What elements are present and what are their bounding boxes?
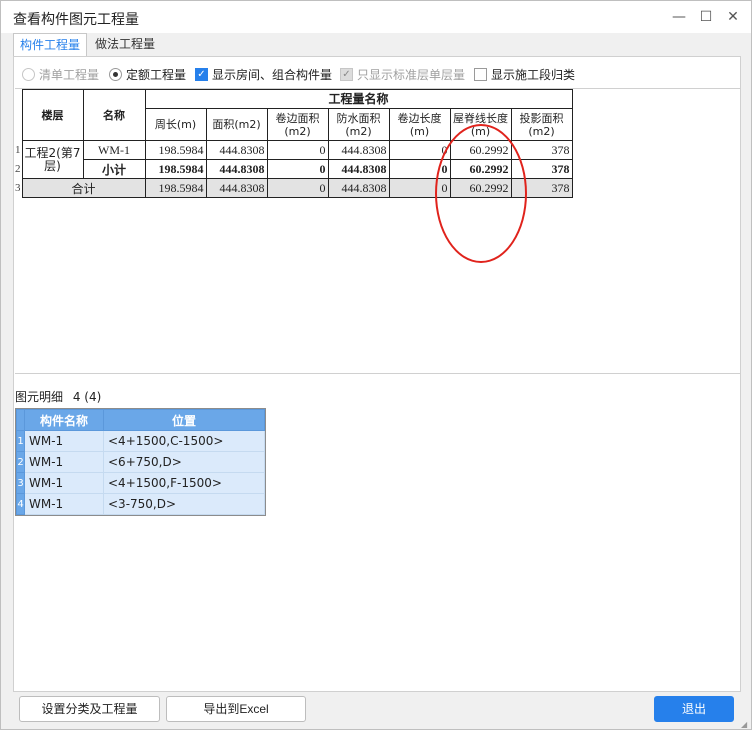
position-cell[interactable]: <4+1500,F-1500> (103, 472, 265, 494)
waterproof-area-cell[interactable]: 444.8308 (327, 159, 390, 179)
curl-area-cell[interactable]: 0 (266, 140, 329, 160)
perimeter-cell[interactable]: 198.5984 (144, 178, 207, 198)
highlight-circle (435, 124, 527, 263)
position-cell[interactable]: <3-750,D> (103, 493, 265, 515)
corner-cell (16, 409, 25, 431)
row-number: 2 (15, 159, 23, 179)
header-name[interactable]: 名称 (82, 89, 146, 141)
component-name-cell[interactable]: WM-1 (24, 430, 104, 452)
detail-count: 4 (4) (72, 390, 102, 404)
quota-quantity-label: 定额工程量 (126, 68, 187, 82)
floor-cell[interactable]: 工程2(第7层) (21, 140, 84, 179)
dialog-window: 查看构件图元工程量 — ☐ ✕ 构件工程量 做法工程量 清单工程量 定额工程量 … (0, 0, 752, 730)
name-cell[interactable]: WM-1 (82, 140, 146, 160)
title-bar[interactable]: 查看构件图元工程量 — ☐ ✕ (1, 1, 751, 33)
waterproof-area-cell[interactable]: 444.8308 (327, 140, 390, 160)
waterproof-area-cell[interactable]: 444.8308 (327, 178, 390, 198)
close-icon[interactable]: ✕ (721, 7, 745, 27)
checkbox-icon (474, 68, 487, 81)
resize-grip-icon[interactable]: ◢ (741, 720, 749, 729)
row-number: 3 (16, 472, 25, 494)
header-component-name[interactable]: 构件名称 (24, 409, 104, 431)
header-position[interactable]: 位置 (103, 409, 265, 431)
area-cell[interactable]: 444.8308 (205, 140, 268, 160)
curl-area-cell[interactable]: 0 (266, 178, 329, 198)
export-excel-button[interactable]: 导出到Excel (166, 696, 306, 722)
detail-title: 图元明细 (15, 390, 64, 404)
row-number: 1 (16, 430, 25, 452)
header-quantity-group: 工程量名称 (144, 89, 573, 109)
checkbox-checked-icon: ✓ (195, 68, 208, 81)
corner-cell (15, 89, 23, 141)
footer-bar: 设置分类及工程量 导出到Excel 退出 ◢ (1, 692, 751, 730)
area-cell[interactable]: 444.8308 (205, 178, 268, 198)
detail-table: 构件名称 位置 1 WM-1 <4+1500,C-1500> 2 WM-1 <6… (15, 408, 266, 516)
settings-button[interactable]: 设置分类及工程量 (19, 696, 160, 722)
table-row[interactable]: 2 WM-1 <6+750,D> (16, 451, 265, 473)
row-number: 4 (16, 493, 25, 515)
header-perimeter[interactable]: 周长(m) (144, 108, 207, 141)
header-area[interactable]: 面积(m2) (205, 108, 268, 141)
detail-header: 图元明细 4 (4) (14, 387, 740, 407)
header-floor[interactable]: 楼层 (21, 89, 84, 141)
position-cell[interactable]: <6+750,D> (103, 451, 265, 473)
minimize-icon[interactable]: — (667, 7, 691, 27)
radio-selected-icon (109, 68, 122, 81)
perimeter-cell[interactable]: 198.5984 (144, 140, 207, 160)
table-row[interactable]: 4 WM-1 <3-750,D> (16, 493, 265, 515)
component-name-cell[interactable]: WM-1 (24, 451, 104, 473)
perimeter-cell[interactable]: 198.5984 (144, 159, 207, 179)
maximize-icon[interactable]: ☐ (694, 7, 718, 27)
header-curl-area[interactable]: 卷边面积(m2) (266, 108, 329, 141)
show-sections-label: 显示施工段归类 (491, 68, 576, 82)
table-row[interactable]: 3 WM-1 <4+1500,F-1500> (16, 472, 265, 494)
exit-button[interactable]: 退出 (654, 696, 734, 722)
row-number: 2 (16, 451, 25, 473)
show-rooms-label: 显示房间、组合构件量 (212, 68, 333, 82)
tab-panel: 清单工程量 定额工程量 ✓ 显示房间、组合构件量 ✓ 只显示标准层单层量 显示施… (13, 56, 741, 692)
component-name-cell[interactable]: WM-1 (24, 493, 104, 515)
header-waterproof-area[interactable]: 防水面积(m2) (327, 108, 390, 141)
header-projected-area[interactable]: 投影面积(m2) (510, 108, 573, 141)
quantity-grid-area: 楼层 名称 工程量名称 周长(m) 面积(m2) 卷边面积(m2) 防水面积(m… (15, 88, 740, 374)
standard-floor-only-label: 只显示标准层单层量 (357, 68, 466, 82)
curl-area-cell[interactable]: 0 (266, 159, 329, 179)
subtotal-label: 小计 (82, 159, 146, 179)
area-cell[interactable]: 444.8308 (205, 159, 268, 179)
bill-quantity-label: 清单工程量 (39, 68, 100, 82)
radio-icon (22, 68, 35, 81)
tab-component-quantity[interactable]: 构件工程量 (13, 33, 88, 57)
component-name-cell[interactable]: WM-1 (24, 472, 104, 494)
window-title: 查看构件图元工程量 (13, 12, 139, 28)
header-curl-length[interactable]: 卷边长度(m) (388, 108, 451, 141)
total-label: 合计 (21, 178, 146, 198)
row-number: 3 (15, 178, 23, 198)
position-cell[interactable]: <4+1500,C-1500> (103, 430, 265, 452)
checkbox-checked-icon: ✓ (340, 68, 353, 81)
table-row[interactable]: 1 WM-1 <4+1500,C-1500> (16, 430, 265, 452)
row-number: 1 (15, 140, 23, 160)
tab-method-quantity[interactable]: 做法工程量 (89, 33, 161, 57)
